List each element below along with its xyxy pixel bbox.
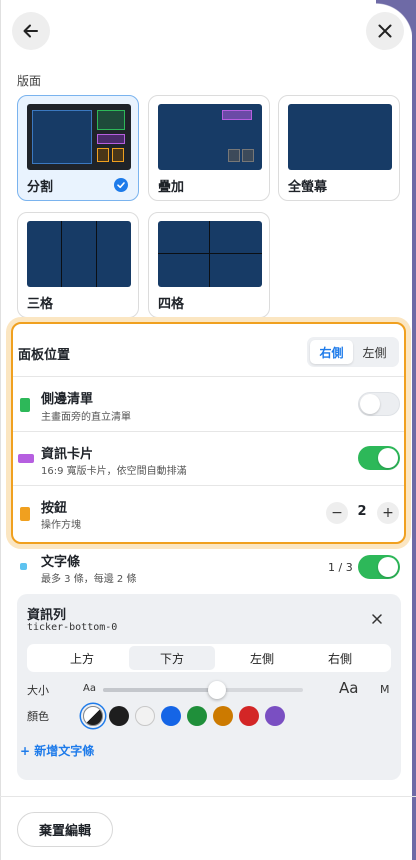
color-swatch[interactable] <box>213 706 233 726</box>
side-list-toggle[interactable] <box>358 392 400 416</box>
layout-label-four-grid: 四格 <box>158 297 185 312</box>
layout-label-overlay: 疊加 <box>158 180 185 195</box>
color-swatch[interactable] <box>135 706 155 726</box>
check-icon <box>114 178 128 192</box>
layout-card-split[interactable]: 分割 <box>17 95 139 201</box>
layout-thumb-four-grid <box>158 221 262 287</box>
color-label: 顏色 <box>27 710 49 723</box>
layout-card-four-grid[interactable]: 四格 <box>148 212 270 318</box>
editor-panel: 版面 分割 疊加 全螢幕 三格 四格 面板位置 右側 左側 側邊清單 主畫面旁的… <box>0 0 416 860</box>
color-swatch[interactable] <box>239 706 259 726</box>
color-swatch[interactable] <box>265 706 285 726</box>
footer-divider <box>0 796 416 797</box>
arrow-left-icon <box>23 24 38 38</box>
panel-left-border <box>0 0 1 860</box>
info-card-title: 資訊卡片 <box>41 447 94 462</box>
layout-label-three-grid: 三格 <box>27 297 54 312</box>
layout-label-split: 分割 <box>27 180 54 195</box>
stepper-plus-button[interactable]: + <box>377 502 399 524</box>
ticker-color-swatch <box>20 563 27 570</box>
ticker-toggle[interactable] <box>358 555 400 579</box>
ticker-position-bottom[interactable]: 下方 <box>129 646 215 670</box>
ticker-subtitle: 最多 3 條，每邊 2 條 <box>41 574 137 585</box>
side-list-subtitle: 主畫面旁的直立清單 <box>41 412 131 423</box>
ticker-item-title: 資訊列 <box>27 608 67 623</box>
size-small-icon: Aa <box>83 683 96 694</box>
button-row-title: 按鈕 <box>41 501 68 516</box>
close-icon <box>372 614 382 624</box>
layout-thumb-three-grid <box>27 221 131 287</box>
color-swatch[interactable] <box>161 706 181 726</box>
layout-label-fullscreen: 全螢幕 <box>288 180 328 195</box>
info-card-subtitle: 16:9 寬版卡片，依空間自動排滿 <box>41 466 187 477</box>
divider <box>13 485 404 486</box>
size-slider[interactable] <box>103 681 303 699</box>
ticker-position-left[interactable]: 左側 <box>219 646 305 670</box>
ticker-item-id: ticker-bottom-0 <box>27 622 118 633</box>
info-card-color-swatch <box>18 454 34 463</box>
stepper-minus-button[interactable]: − <box>326 502 348 524</box>
layout-section-label: 版面 <box>17 74 42 88</box>
button-color-swatch <box>20 507 30 521</box>
button-row-subtitle: 操作方塊 <box>41 520 81 531</box>
layout-card-fullscreen[interactable]: 全螢幕 <box>278 95 400 201</box>
size-slider-thumb[interactable] <box>208 681 226 699</box>
panel-position-segmented: 右側 左側 <box>307 337 399 367</box>
layout-thumb-overlay <box>158 104 262 170</box>
color-swatch[interactable] <box>109 706 129 726</box>
ticker-title: 文字條 <box>41 555 81 570</box>
layout-thumb-fullscreen <box>288 104 392 170</box>
add-ticker-link[interactable]: + 新增文字條 <box>20 742 94 759</box>
back-button[interactable] <box>12 12 50 50</box>
color-swatch-auto[interactable] <box>83 706 103 726</box>
close-icon <box>378 24 392 38</box>
side-list-color-swatch <box>20 398 30 412</box>
size-large-icon: Aa <box>339 679 359 697</box>
position-option-right[interactable]: 右側 <box>310 340 353 364</box>
size-slider-fill <box>103 688 217 692</box>
info-card-toggle[interactable] <box>358 446 400 470</box>
color-swatch[interactable] <box>187 706 207 726</box>
close-button[interactable] <box>366 12 404 50</box>
position-option-left[interactable]: 左側 <box>353 340 396 364</box>
ticker-position-right[interactable]: 右側 <box>297 646 383 670</box>
ticker-item-close-button[interactable] <box>371 610 383 629</box>
ticker-position-segmented: 上方 下方 左側 右側 <box>27 644 391 672</box>
discard-edits-button[interactable]: 棄置編輯 <box>17 812 113 847</box>
side-list-title: 側邊清單 <box>41 392 94 407</box>
panel-right-edge <box>412 0 416 860</box>
divider <box>13 431 404 432</box>
layout-card-overlay[interactable]: 疊加 <box>148 95 270 201</box>
stepper-value: 2 <box>357 504 367 519</box>
layout-card-three-grid[interactable]: 三格 <box>17 212 139 318</box>
panel-position-title: 面板位置 <box>18 348 71 363</box>
layout-thumb-split <box>27 104 131 170</box>
size-value-label: M <box>380 683 390 696</box>
size-label: 大小 <box>27 684 49 697</box>
ticker-count: 1 / 3 <box>328 561 353 574</box>
divider <box>13 376 404 377</box>
ticker-position-top[interactable]: 上方 <box>39 646 125 670</box>
